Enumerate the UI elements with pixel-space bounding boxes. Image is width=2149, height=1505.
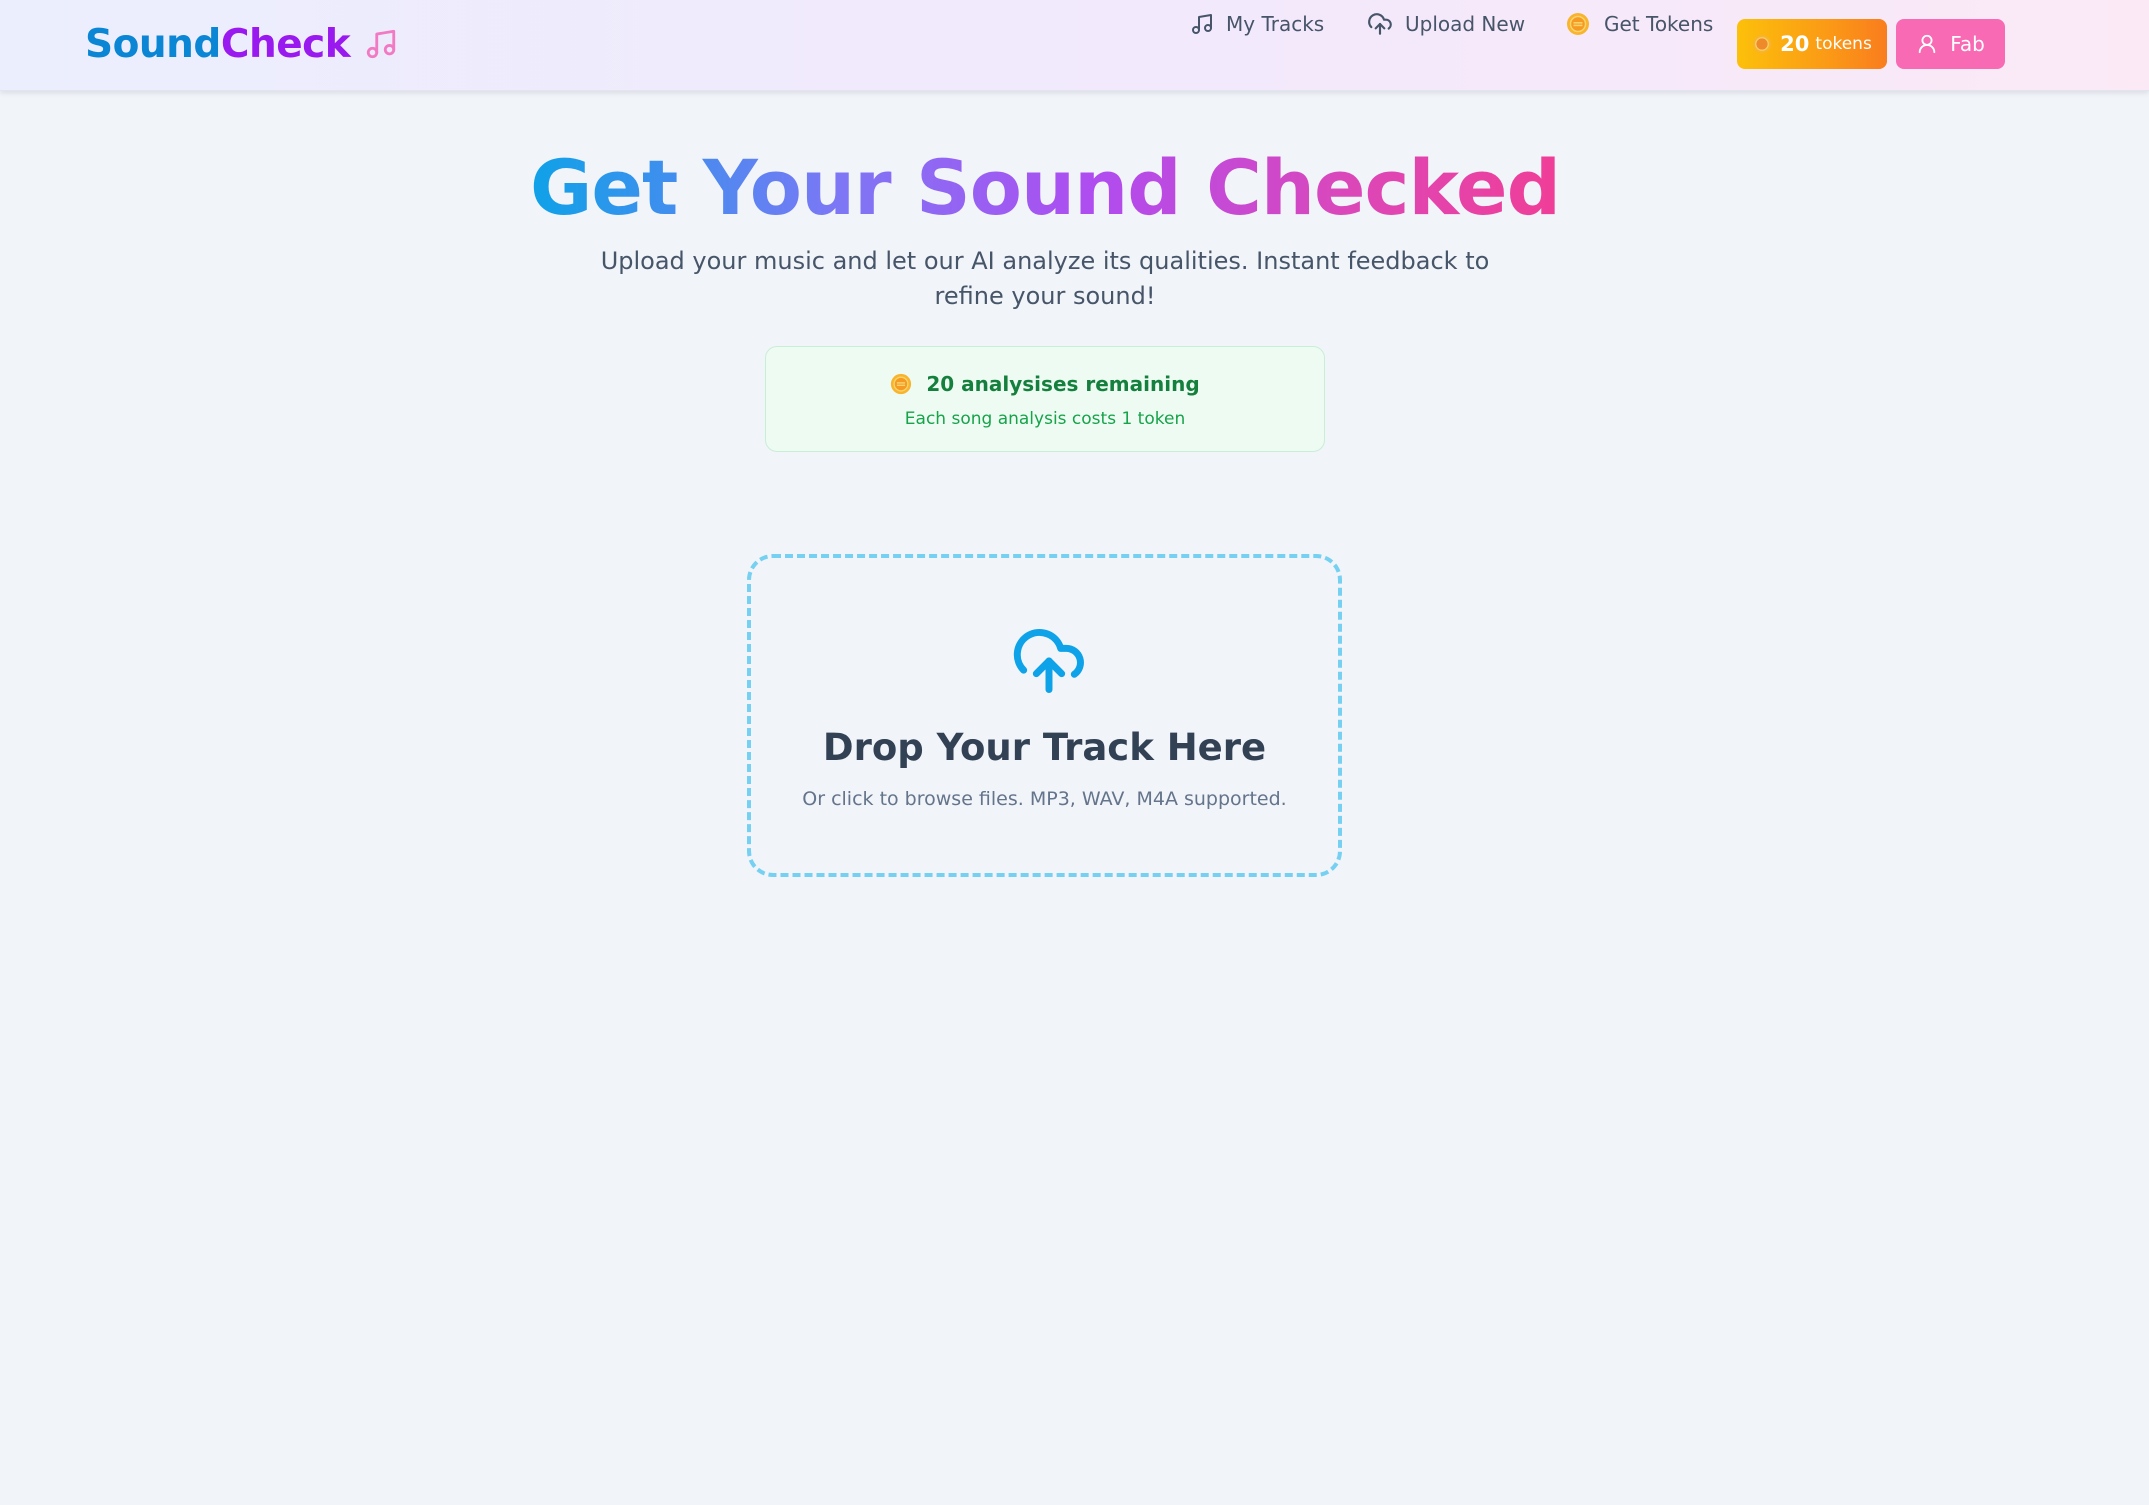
logo-text-check: Check (220, 21, 351, 67)
file-drop-zone[interactable]: Drop Your Track Here Or click to browse … (747, 554, 1342, 877)
hero-subtitle: Upload your music and let our AI analyze… (600, 247, 1490, 310)
nav-my-tracks-label: My Tracks (1226, 12, 1325, 36)
music-note-icon (364, 27, 398, 61)
analyses-remaining-text: 20 analysises remaining (926, 372, 1200, 396)
coin-icon (1753, 34, 1772, 54)
cloud-upload-icon (1013, 629, 1084, 693)
drop-zone-hint: Or click to browse files. MP3, WAV, M4A … (802, 788, 1287, 810)
top-navbar: Sound Check My Tracks Upload New Get Tok… (0, 0, 2149, 91)
nav-upload-new[interactable]: Upload New (1367, 0, 1525, 48)
page-title: Get Your Sound Checked (530, 138, 1561, 238)
token-balance-badge[interactable]: 20 tokens (1737, 19, 1887, 69)
nav-get-tokens[interactable]: Get Tokens (1566, 0, 1713, 48)
drop-zone-title: Drop Your Track Here (822, 726, 1267, 769)
token-count: 20 (1780, 32, 1810, 56)
app-logo[interactable]: Sound Check (85, 18, 398, 70)
nav-my-tracks[interactable]: My Tracks (1190, 0, 1324, 48)
analyses-remaining: 20 analysises remaining (766, 367, 1324, 401)
user-icon (1918, 34, 1936, 54)
nav-upload-new-label: Upload New (1405, 12, 1526, 36)
token-info-card: 20 analysises remaining Each song analys… (765, 346, 1325, 452)
user-name: Fab (1950, 32, 1985, 56)
coin-icon (1567, 13, 1589, 35)
token-unit: tokens (1815, 34, 1872, 54)
user-menu-button[interactable]: Fab (1896, 19, 2005, 69)
cloud-upload-icon (1368, 13, 1392, 35)
music-note-icon (1192, 14, 1212, 34)
coin-icon (891, 373, 912, 395)
hero-title-container: Get Your Sound Checked (530, 138, 1561, 238)
nav-get-tokens-label: Get Tokens (1604, 12, 1714, 36)
logo-text-sound: Sound (85, 21, 221, 67)
analysis-cost-note: Each song analysis costs 1 token (904, 409, 1186, 429)
